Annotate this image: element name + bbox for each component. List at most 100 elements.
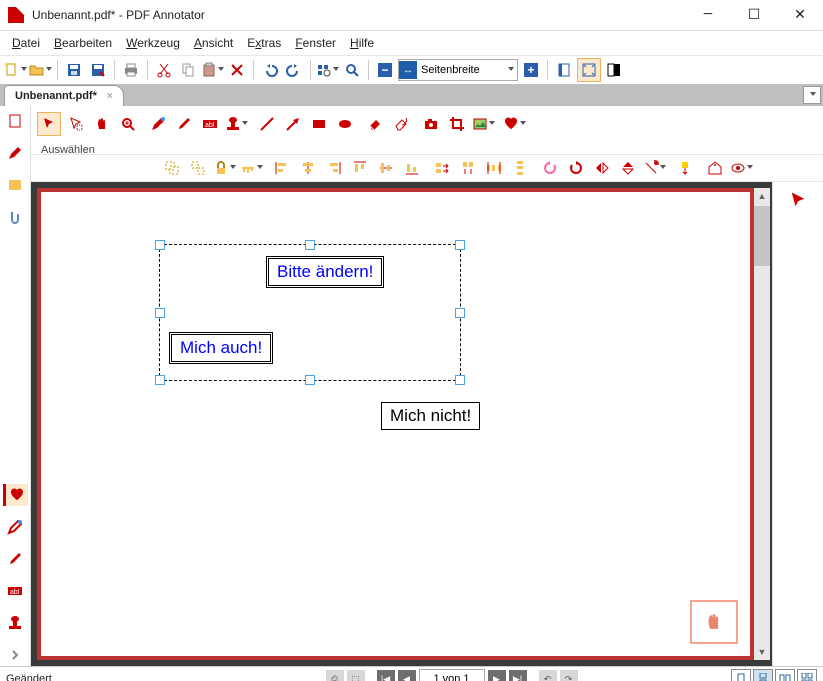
menu-window[interactable]: Fenster [289, 33, 342, 53]
vertical-scrollbar[interactable]: ▲ ▼ [754, 188, 770, 660]
line-tool[interactable] [256, 113, 278, 135]
copy-button[interactable] [177, 59, 199, 81]
close-button[interactable]: ✕ [777, 0, 823, 30]
layout-dark-button[interactable] [603, 59, 625, 81]
redo-button[interactable] [283, 59, 305, 81]
layout-fit-button[interactable] [577, 58, 601, 82]
sidebar-pen-icon[interactable] [4, 142, 26, 164]
menu-edit[interactable]: Bearbeiten [48, 33, 118, 53]
view-single-button[interactable] [731, 669, 751, 681]
zoom-field[interactable]: ↔ [398, 59, 518, 81]
view-two-page-button[interactable] [775, 669, 795, 681]
pan-tool[interactable] [91, 113, 113, 135]
nav-export-button[interactable]: ⬚ [347, 670, 365, 681]
align-right-button[interactable] [323, 157, 345, 179]
image-tool[interactable] [472, 113, 495, 135]
marker-tool[interactable] [173, 113, 195, 135]
menu-view[interactable]: Ansicht [188, 33, 239, 53]
align-center-v-button[interactable] [375, 157, 397, 179]
arrow-tool[interactable] [282, 113, 304, 135]
select-tool[interactable] [37, 112, 61, 136]
melt-button[interactable] [240, 157, 263, 179]
menu-extras[interactable]: Extras [241, 33, 287, 53]
zoom-in-button[interactable]: + [520, 59, 542, 81]
flip-h-button[interactable] [591, 157, 613, 179]
same-height-button[interactable] [457, 157, 479, 179]
sidebar-expand-icon[interactable] [4, 644, 26, 666]
nav-last-button[interactable]: ▶| [509, 670, 527, 681]
nav-print-button[interactable]: ⎙ [326, 670, 344, 681]
page-input[interactable] [419, 669, 485, 681]
distribute-h-button[interactable] [483, 157, 505, 179]
align-top-button[interactable] [349, 157, 371, 179]
eraser-tool[interactable] [364, 113, 386, 135]
align-center-h-button[interactable] [297, 157, 319, 179]
favorite-tool[interactable] [503, 113, 526, 135]
lasso-tool[interactable] [65, 113, 87, 135]
scroll-up-icon[interactable]: ▲ [754, 188, 770, 204]
crop-tool[interactable] [446, 113, 468, 135]
sidebar-highlighter-icon[interactable] [4, 516, 26, 538]
layout-single-button[interactable] [553, 59, 575, 81]
print-button[interactable] [120, 59, 142, 81]
tab-close-icon[interactable]: × [107, 91, 113, 102]
align-bottom-button[interactable] [401, 157, 423, 179]
nav-back-button[interactable]: ↶ [539, 670, 557, 681]
rotate-left-button[interactable] [539, 157, 561, 179]
search-button[interactable] [341, 59, 363, 81]
delete-button[interactable] [226, 59, 248, 81]
save-button[interactable] [63, 59, 85, 81]
tag-button[interactable] [704, 157, 726, 179]
annotation-1[interactable]: Bitte ändern! [266, 256, 384, 288]
style-copy-button[interactable] [674, 157, 696, 179]
sidebar-textbox-icon[interactable]: abI [4, 580, 26, 602]
group-button[interactable] [161, 157, 183, 179]
menu-file[interactable]: Datei [6, 33, 46, 53]
align-left-button[interactable] [271, 157, 293, 179]
sidebar-favorites-icon[interactable] [3, 484, 28, 506]
rect-tool[interactable] [308, 113, 330, 135]
menu-tool[interactable]: Werkzeug [120, 33, 186, 53]
ungroup-button[interactable] [187, 157, 209, 179]
scroll-down-icon[interactable]: ▼ [754, 644, 770, 660]
sidebar-page-icon[interactable] [4, 110, 26, 132]
find-button[interactable] [316, 59, 339, 81]
minimize-button[interactable]: ─ [685, 0, 731, 30]
nav-next-button[interactable]: ▶ [488, 670, 506, 681]
paste-button[interactable] [201, 59, 224, 81]
ellipse-tool[interactable] [334, 113, 356, 135]
zoom-tool[interactable] [117, 113, 139, 135]
nav-prev-button[interactable]: ◀ [398, 670, 416, 681]
distribute-v-button[interactable] [509, 157, 531, 179]
view-continuous-button[interactable] [753, 669, 773, 681]
rotate-free-button[interactable] [643, 157, 666, 179]
nav-forward-button[interactable]: ↷ [560, 670, 578, 681]
visibility-button[interactable] [730, 157, 753, 179]
quick-pan-button[interactable] [690, 600, 738, 644]
undo-button[interactable] [259, 59, 281, 81]
page-canvas[interactable]: Bitte ändern! Mich auch! Mich nicht! [37, 188, 754, 660]
same-width-button[interactable] [431, 157, 453, 179]
open-button[interactable] [29, 59, 52, 81]
sidebar-pencil-icon[interactable] [4, 548, 26, 570]
sidebar-stamp-icon[interactable] [4, 612, 26, 634]
tab-list-button[interactable] [803, 86, 821, 104]
rotate-right-button[interactable] [565, 157, 587, 179]
lock-button[interactable] [213, 157, 236, 179]
sidebar-note-icon[interactable] [4, 174, 26, 196]
zoom-out-button[interactable]: − [374, 59, 396, 81]
stamp-tool[interactable] [225, 113, 248, 135]
cut-button[interactable] [153, 59, 175, 81]
text-tool[interactable]: abI [199, 113, 221, 135]
annotation-3[interactable]: Mich nicht! [381, 402, 480, 430]
maximize-button[interactable]: ☐ [731, 0, 777, 30]
nav-first-button[interactable]: |◀ [377, 670, 395, 681]
flip-v-button[interactable] [617, 157, 639, 179]
snapshot-tool[interactable] [420, 113, 442, 135]
menu-help[interactable]: Hilfe [344, 33, 380, 53]
erase-area-tool[interactable] [390, 113, 412, 135]
new-button[interactable] [4, 59, 27, 81]
zoom-input[interactable] [417, 61, 505, 79]
pen-tool[interactable] [147, 113, 169, 135]
save-as-button[interactable] [87, 59, 109, 81]
